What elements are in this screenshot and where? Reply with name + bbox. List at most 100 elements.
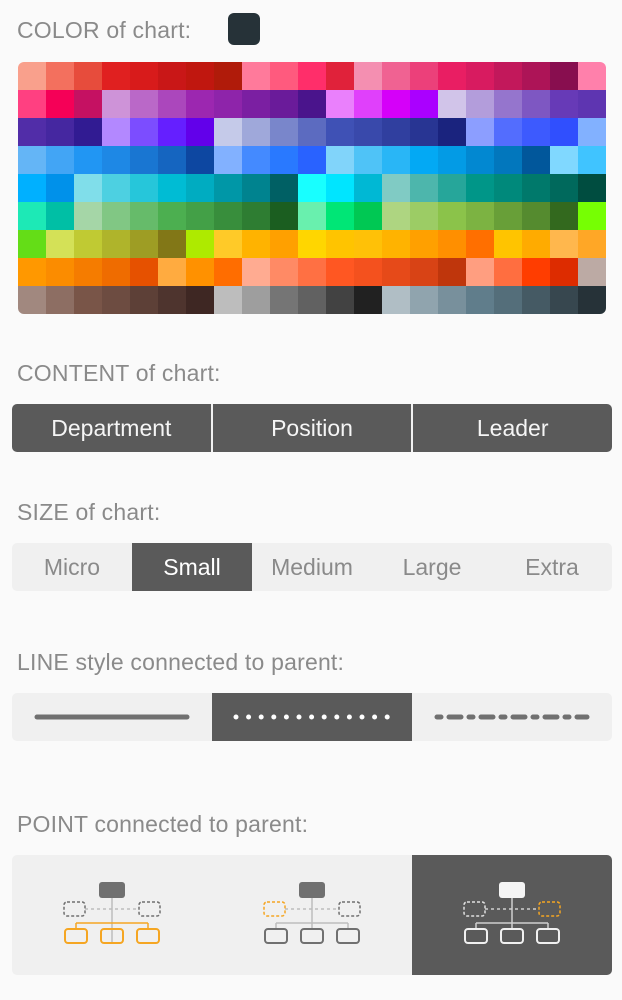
palette-swatch[interactable] bbox=[382, 146, 410, 174]
palette-swatch[interactable] bbox=[438, 62, 466, 90]
palette-swatch[interactable] bbox=[298, 258, 326, 286]
palette-swatch[interactable] bbox=[130, 118, 158, 146]
palette-swatch[interactable] bbox=[186, 230, 214, 258]
palette-swatch[interactable] bbox=[186, 90, 214, 118]
palette-swatch[interactable] bbox=[298, 62, 326, 90]
palette-swatch[interactable] bbox=[438, 146, 466, 174]
palette-swatch[interactable] bbox=[550, 202, 578, 230]
palette-swatch[interactable] bbox=[522, 90, 550, 118]
palette-swatch[interactable] bbox=[242, 286, 270, 314]
palette-swatch[interactable] bbox=[186, 258, 214, 286]
palette-swatch[interactable] bbox=[158, 146, 186, 174]
palette-swatch[interactable] bbox=[578, 230, 606, 258]
palette-swatch[interactable] bbox=[410, 202, 438, 230]
palette-swatch[interactable] bbox=[214, 118, 242, 146]
palette-swatch[interactable] bbox=[438, 286, 466, 314]
palette-swatch[interactable] bbox=[522, 62, 550, 90]
palette-swatch[interactable] bbox=[354, 62, 382, 90]
palette-swatch[interactable] bbox=[410, 174, 438, 202]
palette-swatch[interactable] bbox=[270, 174, 298, 202]
palette-swatch[interactable] bbox=[410, 118, 438, 146]
palette-swatch[interactable] bbox=[18, 146, 46, 174]
palette-swatch[interactable] bbox=[186, 118, 214, 146]
palette-swatch[interactable] bbox=[410, 146, 438, 174]
palette-swatch[interactable] bbox=[102, 258, 130, 286]
palette-swatch[interactable] bbox=[382, 258, 410, 286]
line-option-solid[interactable] bbox=[12, 693, 212, 741]
palette-swatch[interactable] bbox=[214, 286, 242, 314]
palette-swatch[interactable] bbox=[214, 90, 242, 118]
palette-swatch[interactable] bbox=[74, 118, 102, 146]
palette-swatch[interactable] bbox=[18, 118, 46, 146]
palette-swatch[interactable] bbox=[214, 202, 242, 230]
palette-swatch[interactable] bbox=[494, 146, 522, 174]
palette-swatch[interactable] bbox=[578, 118, 606, 146]
palette-swatch[interactable] bbox=[550, 62, 578, 90]
palette-swatch[interactable] bbox=[270, 202, 298, 230]
palette-swatch[interactable] bbox=[242, 146, 270, 174]
palette-swatch[interactable] bbox=[102, 62, 130, 90]
palette-swatch[interactable] bbox=[270, 258, 298, 286]
palette-swatch[interactable] bbox=[522, 286, 550, 314]
point-option-3[interactable] bbox=[412, 855, 612, 975]
palette-swatch[interactable] bbox=[326, 90, 354, 118]
palette-swatch[interactable] bbox=[466, 118, 494, 146]
palette-swatch[interactable] bbox=[102, 146, 130, 174]
palette-swatch[interactable] bbox=[242, 174, 270, 202]
palette-swatch[interactable] bbox=[298, 174, 326, 202]
palette-swatch[interactable] bbox=[158, 202, 186, 230]
palette-swatch[interactable] bbox=[466, 230, 494, 258]
palette-swatch[interactable] bbox=[18, 202, 46, 230]
palette-swatch[interactable] bbox=[354, 146, 382, 174]
palette-swatch[interactable] bbox=[186, 174, 214, 202]
palette-swatch[interactable] bbox=[102, 118, 130, 146]
palette-swatch[interactable] bbox=[298, 202, 326, 230]
palette-swatch[interactable] bbox=[158, 174, 186, 202]
line-option-dotted[interactable] bbox=[212, 693, 412, 741]
palette-swatch[interactable] bbox=[578, 62, 606, 90]
size-option-medium[interactable]: Medium bbox=[252, 543, 372, 591]
palette-swatch[interactable] bbox=[242, 202, 270, 230]
palette-swatch[interactable] bbox=[46, 174, 74, 202]
palette-swatch[interactable] bbox=[410, 230, 438, 258]
palette-swatch[interactable] bbox=[326, 202, 354, 230]
palette-swatch[interactable] bbox=[102, 230, 130, 258]
palette-swatch[interactable] bbox=[550, 174, 578, 202]
palette-swatch[interactable] bbox=[466, 286, 494, 314]
palette-swatch[interactable] bbox=[242, 258, 270, 286]
palette-swatch[interactable] bbox=[214, 258, 242, 286]
palette-swatch[interactable] bbox=[354, 230, 382, 258]
point-option-1[interactable] bbox=[12, 855, 212, 975]
palette-swatch[interactable] bbox=[410, 258, 438, 286]
palette-swatch[interactable] bbox=[494, 174, 522, 202]
content-option-department[interactable]: Department bbox=[12, 404, 213, 452]
palette-swatch[interactable] bbox=[298, 286, 326, 314]
palette-swatch[interactable] bbox=[550, 258, 578, 286]
palette-swatch[interactable] bbox=[354, 90, 382, 118]
palette-swatch[interactable] bbox=[326, 230, 354, 258]
palette-swatch[interactable] bbox=[354, 202, 382, 230]
size-option-micro[interactable]: Micro bbox=[12, 543, 132, 591]
palette-swatch[interactable] bbox=[326, 174, 354, 202]
palette-swatch[interactable] bbox=[410, 286, 438, 314]
color-palette[interactable] bbox=[18, 62, 606, 314]
palette-swatch[interactable] bbox=[214, 62, 242, 90]
palette-swatch[interactable] bbox=[242, 230, 270, 258]
palette-swatch[interactable] bbox=[494, 202, 522, 230]
palette-swatch[interactable] bbox=[74, 286, 102, 314]
palette-swatch[interactable] bbox=[242, 118, 270, 146]
palette-swatch[interactable] bbox=[578, 146, 606, 174]
palette-swatch[interactable] bbox=[46, 146, 74, 174]
palette-swatch[interactable] bbox=[382, 230, 410, 258]
palette-swatch[interactable] bbox=[270, 90, 298, 118]
palette-swatch[interactable] bbox=[578, 202, 606, 230]
palette-swatch[interactable] bbox=[298, 90, 326, 118]
palette-swatch[interactable] bbox=[382, 90, 410, 118]
palette-swatch[interactable] bbox=[522, 258, 550, 286]
palette-swatch[interactable] bbox=[102, 174, 130, 202]
palette-swatch[interactable] bbox=[522, 174, 550, 202]
line-option-dash-dot[interactable] bbox=[412, 693, 612, 741]
palette-swatch[interactable] bbox=[466, 62, 494, 90]
palette-swatch[interactable] bbox=[158, 62, 186, 90]
palette-swatch[interactable] bbox=[130, 230, 158, 258]
